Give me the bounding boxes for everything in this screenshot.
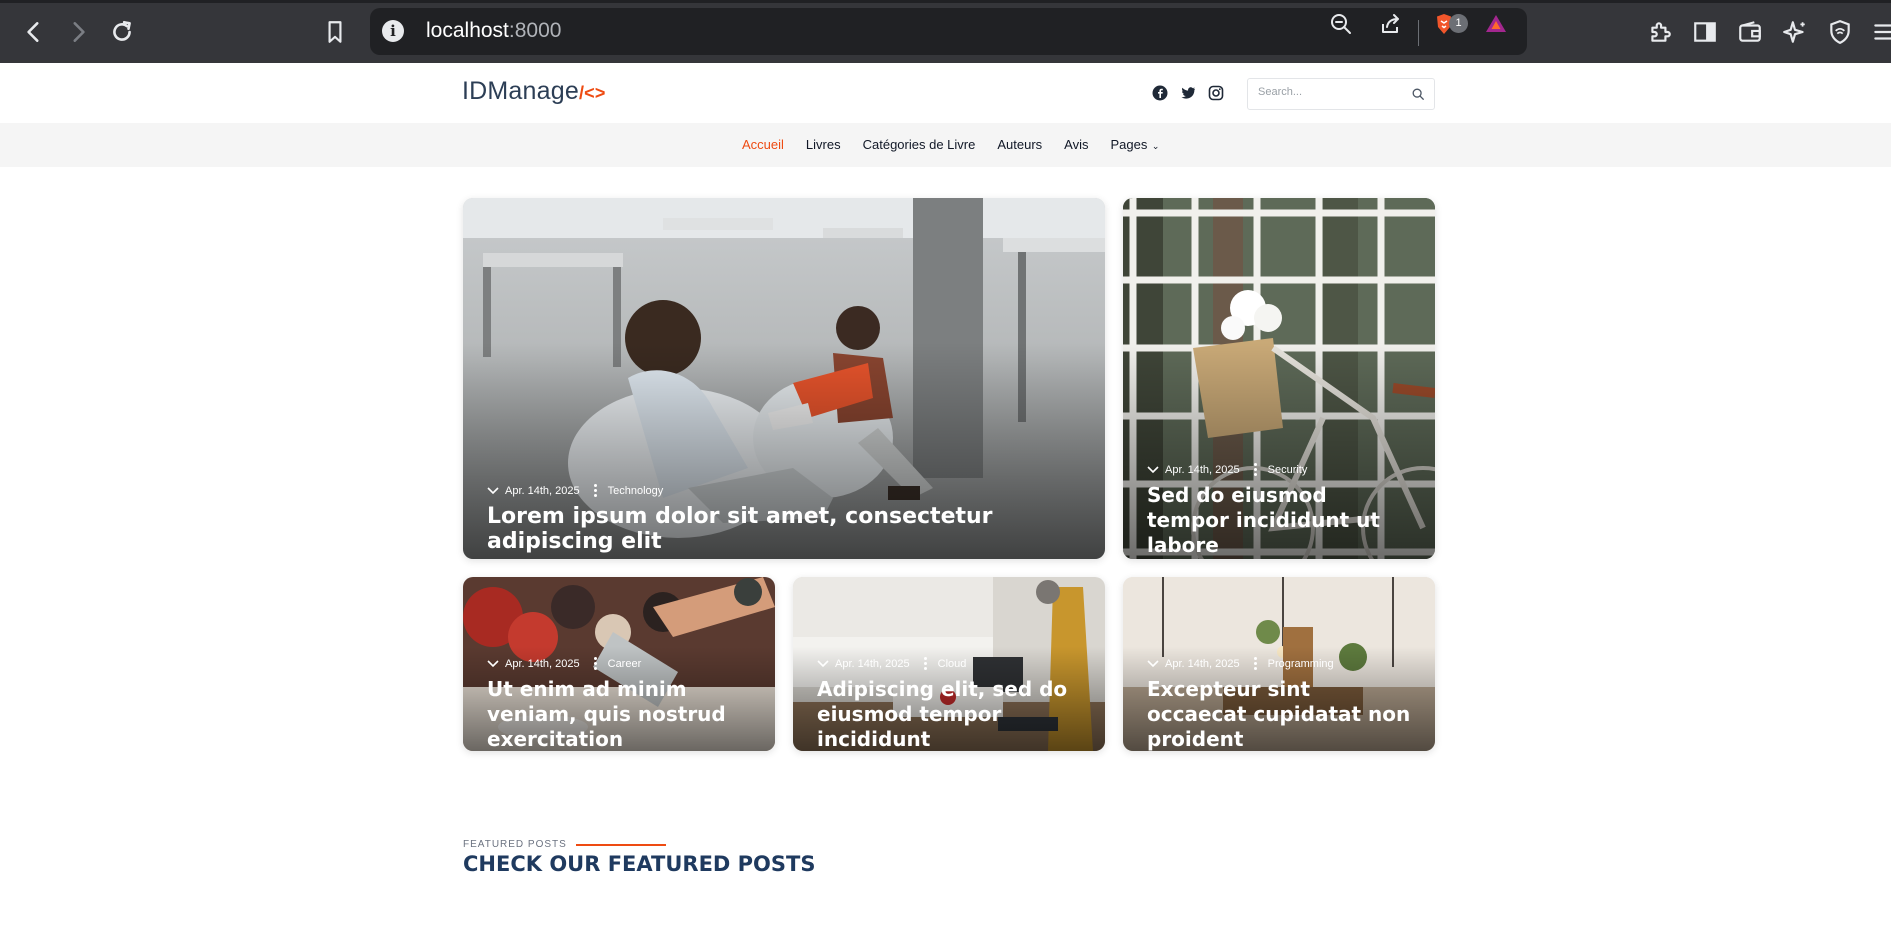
chevron-down-icon: [1147, 659, 1159, 667]
post-date: Apr. 14th, 2025: [835, 657, 910, 670]
kebab-dots-icon: [923, 657, 928, 670]
back-arrow-icon: [27, 22, 39, 42]
post-title[interactable]: Ut enim ad minim veniam, quis nostrud ex…: [487, 677, 755, 751]
post-card-small[interactable]: Apr. 14th, 2025 Cloud Adipiscing elit, s…: [793, 577, 1105, 751]
toolbar-separator: [1418, 20, 1419, 46]
browser-toolbar: i localhost:8000 1: [0, 0, 1891, 63]
sparkle-icon: [1783, 21, 1805, 43]
site-logo[interactable]: IDManage/<>: [462, 77, 606, 106]
featured-accent-line: [576, 844, 666, 846]
address-url[interactable]: localhost:8000: [426, 19, 561, 43]
extensions-button[interactable]: [1642, 14, 1678, 50]
chevron-down-icon: ⌄: [1149, 141, 1160, 151]
bookmark-icon: [328, 21, 342, 43]
share-icon: [1382, 14, 1399, 33]
post-title[interactable]: Excepteur sint occaecat cupidatat non pr…: [1147, 677, 1415, 751]
post-category[interactable]: Cloud: [938, 658, 967, 670]
post-meta: Apr. 14th, 2025 Security: [1147, 463, 1307, 476]
shields-count-badge: 1: [1449, 14, 1468, 33]
nav-item-accueil[interactable]: Accueil: [742, 137, 784, 152]
post-meta: Apr. 14th, 2025 Technology: [487, 484, 663, 497]
post-card-large[interactable]: Apr. 14th, 2025 Technology Lorem ipsum d…: [463, 198, 1105, 559]
post-card-tall[interactable]: Apr. 14th, 2025 Security Sed do eiusmod …: [1123, 198, 1435, 559]
post-category[interactable]: Programming: [1268, 658, 1334, 670]
post-date: Apr. 14th, 2025: [505, 657, 580, 670]
chevron-down-icon: [487, 659, 499, 667]
search-input[interactable]: [1258, 86, 1408, 98]
nav-item-pages[interactable]: Pages ⌄: [1110, 137, 1159, 152]
share-button[interactable]: [1377, 10, 1405, 38]
post-date: Apr. 14th, 2025: [1165, 657, 1240, 670]
forward-button[interactable]: [60, 14, 96, 50]
hamburger-menu-icon: [1874, 24, 1891, 40]
logo-mark: /<>: [578, 83, 606, 103]
main-nav: Accueil Livres Catégories de Livre Auteu…: [742, 137, 1159, 152]
post-category[interactable]: Security: [1268, 464, 1308, 476]
reload-button[interactable]: [104, 14, 140, 50]
browser-top-edge: [0, 0, 1891, 3]
post-title[interactable]: Lorem ipsum dolor sit amet, consectetur …: [487, 504, 1085, 554]
site-info-icon[interactable]: i: [382, 20, 404, 42]
zoom-button[interactable]: [1327, 10, 1355, 38]
chevron-down-icon: [1147, 465, 1159, 473]
main-nav-bar: Accueil Livres Catégories de Livre Auteu…: [0, 123, 1891, 167]
post-card-small[interactable]: Apr. 14th, 2025 Career Ut enim ad minim …: [463, 577, 775, 751]
nav-item-categories[interactable]: Catégories de Livre: [863, 137, 976, 152]
site-search: [1247, 78, 1435, 110]
facebook-icon[interactable]: [1152, 85, 1168, 101]
kebab-dots-icon: [593, 657, 598, 670]
sidebar-icon: [1694, 22, 1716, 42]
post-title[interactable]: Sed do eiusmod tempor incididunt ut labo…: [1147, 483, 1415, 558]
post-meta: Apr. 14th, 2025 Programming: [1147, 657, 1334, 670]
wallet-button[interactable]: [1732, 14, 1768, 50]
url-host: localhost: [426, 19, 509, 42]
wallet-icon: [1739, 21, 1761, 42]
rewards-triangle-icon: [1486, 15, 1506, 32]
bookmark-button[interactable]: [317, 14, 353, 50]
nav-item-livres[interactable]: Livres: [806, 137, 841, 152]
nav-item-auteurs[interactable]: Auteurs: [997, 137, 1042, 152]
shield-icon: [1830, 20, 1850, 45]
menu-button[interactable]: [1866, 14, 1891, 50]
sidebar-toggle-button[interactable]: [1687, 14, 1723, 50]
puzzle-icon: [1651, 22, 1671, 42]
post-title[interactable]: Adipiscing elit, sed do eiusmod tempor i…: [817, 677, 1085, 751]
logo-text: IDManage: [462, 77, 579, 105]
post-card-small[interactable]: Apr. 14th, 2025 Programming Excepteur si…: [1123, 577, 1435, 751]
brave-rewards-button[interactable]: [1482, 10, 1510, 38]
post-meta: Apr. 14th, 2025 Career: [487, 657, 641, 670]
featured-eyebrow: FEATURED POSTS: [463, 839, 567, 850]
post-meta: Apr. 14th, 2025 Cloud: [817, 657, 966, 670]
nav-item-avis[interactable]: Avis: [1064, 137, 1088, 152]
kebab-dots-icon: [593, 484, 598, 497]
chevron-down-icon: [817, 659, 829, 667]
url-port: :8000: [508, 19, 562, 42]
back-button[interactable]: [16, 14, 52, 50]
reload-icon: [113, 20, 131, 41]
post-category[interactable]: Technology: [608, 485, 664, 497]
leo-ai-button[interactable]: [1777, 14, 1813, 50]
kebab-dots-icon: [1253, 463, 1258, 476]
featured-title: CHECK OUR FEATURED POSTS: [463, 852, 816, 876]
instagram-icon[interactable]: [1208, 85, 1224, 101]
zoom-out-icon: [1331, 14, 1351, 34]
kebab-dots-icon: [1253, 657, 1258, 670]
search-icon[interactable]: [1411, 87, 1425, 101]
twitter-icon[interactable]: [1180, 85, 1196, 101]
nav-pages-label: Pages: [1110, 137, 1148, 152]
vpn-button[interactable]: [1822, 14, 1858, 50]
chevron-down-icon: [487, 486, 499, 494]
forward-arrow-icon: [73, 22, 85, 42]
post-date: Apr. 14th, 2025: [1165, 463, 1240, 476]
post-date: Apr. 14th, 2025: [505, 484, 580, 497]
site-header: IDManage/<>: [0, 63, 1891, 123]
post-category[interactable]: Career: [608, 658, 642, 670]
